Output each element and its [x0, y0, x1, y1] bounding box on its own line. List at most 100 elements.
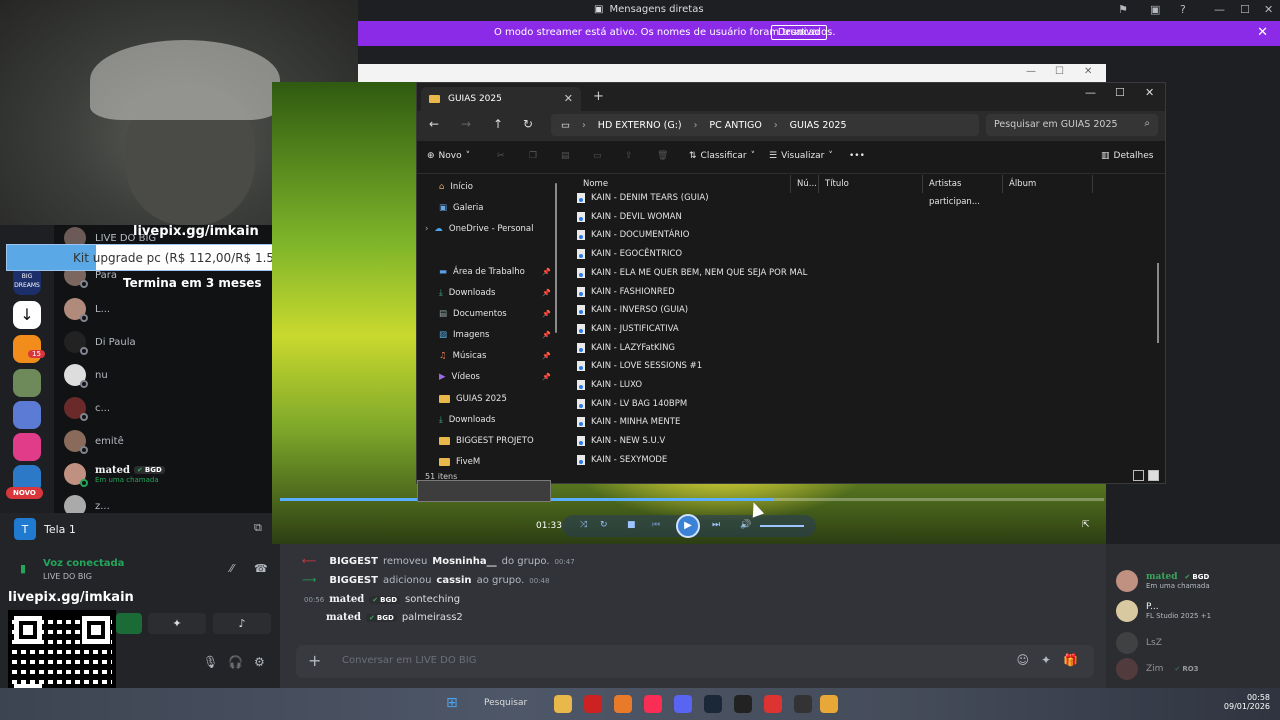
- gift-icon[interactable]: 🎁: [1063, 653, 1078, 667]
- inbox-icon[interactable]: ⚑: [1118, 3, 1128, 16]
- close-button[interactable]: ✕: [1084, 66, 1092, 77]
- nav-item-guias-2025[interactable]: GUIAS 2025: [439, 389, 551, 409]
- media-player-icon[interactable]: [820, 695, 838, 713]
- file-row[interactable]: KAIN - LAZYFatKING: [577, 339, 675, 357]
- member-item[interactable]: nu: [64, 362, 108, 388]
- discord-icon[interactable]: [674, 695, 692, 713]
- nav-item-music[interactable]: ♫ Músicas 📌: [439, 346, 551, 366]
- server-icon-pink[interactable]: [13, 433, 41, 461]
- maximize-button[interactable]: ☐: [1240, 3, 1250, 16]
- nav-item-onedrive[interactable]: › ☁ OneDrive - Personal: [425, 219, 551, 239]
- file-row[interactable]: KAIN - MINHA MENTE: [577, 413, 680, 431]
- minimize-button[interactable]: —: [1214, 3, 1225, 16]
- taskbar-search[interactable]: Pesquisar: [484, 698, 527, 708]
- sort-button[interactable]: ⇅ Classificar ˅: [689, 151, 755, 161]
- volume-slider[interactable]: [760, 525, 804, 527]
- search-input[interactable]: Pesquisar em GUIAS 2025 ⌕: [986, 114, 1158, 136]
- cut-icon[interactable]: ✂: [497, 151, 505, 161]
- microphone-icon[interactable]: 🎙: [203, 655, 218, 669]
- popout-icon[interactable]: ⧉: [254, 521, 262, 535]
- app-icon[interactable]: [794, 695, 812, 713]
- steam-icon[interactable]: [704, 695, 722, 713]
- emoji-icon[interactable]: ☺: [1016, 653, 1029, 667]
- file-row[interactable]: KAIN - DEVIL WOMAN: [577, 208, 682, 226]
- member-item[interactable]: Di Paula: [64, 329, 136, 355]
- server-big-dreams[interactable]: BIG DREAMS: [13, 267, 41, 295]
- member-item[interactable]: P... FL Studio 2025 +1: [1116, 600, 1211, 622]
- file-row[interactable]: KAIN - LV BAG 140BPM: [577, 395, 687, 413]
- file-row[interactable]: KAIN - ELA ME QUER BEM, NEM QUE SEJA POR…: [577, 264, 807, 282]
- rename-icon[interactable]: ▭: [593, 151, 602, 161]
- headphones-icon[interactable]: 🎧: [228, 655, 243, 669]
- activities-button[interactable]: ✦: [148, 613, 206, 634]
- start-icon[interactable]: ⊞: [446, 695, 464, 713]
- noise-suppression-icon[interactable]: ⁄⁄: [230, 562, 234, 575]
- soundboard-button[interactable]: ♪: [213, 613, 271, 634]
- file-explorer-icon[interactable]: [554, 695, 572, 713]
- new-tab-icon[interactable]: +: [593, 89, 604, 104]
- file-row[interactable]: KAIN - FASHIONRED: [577, 283, 675, 301]
- chat-message[interactable]: mated BGD palmeirass2: [326, 612, 463, 623]
- column-header-number[interactable]: Nú...: [791, 175, 819, 193]
- file-list-scrollbar[interactable]: [1157, 263, 1159, 343]
- play-button[interactable]: ▶: [676, 514, 700, 538]
- file-row[interactable]: KAIN - JUSTIFICATIVA: [577, 320, 679, 338]
- paste-icon[interactable]: ▤: [561, 151, 570, 161]
- file-row[interactable]: KAIN - LUXO: [577, 376, 642, 394]
- download-icon[interactable]: ↓: [13, 301, 41, 329]
- camera-button[interactable]: [116, 613, 142, 634]
- file-row[interactable]: KAIN - NEW S.U.V: [577, 432, 665, 450]
- member-item[interactable]: L...: [64, 296, 110, 322]
- server-icon-orange[interactable]: [13, 335, 41, 363]
- minimize-button[interactable]: —: [1085, 86, 1096, 99]
- file-row[interactable]: KAIN - SEXYMODE: [577, 451, 667, 469]
- breadcrumb-item[interactable]: PC ANTIGO: [709, 120, 761, 131]
- nav-item-desktop[interactable]: ▬ Área de Trabalho 📌: [439, 262, 551, 282]
- new-button[interactable]: ⊕ Novo ˅: [427, 151, 470, 161]
- nav-item-images[interactable]: ▨ Imagens 📌: [439, 325, 551, 345]
- repeat-icon[interactable]: ↻: [600, 520, 608, 530]
- voice-channel-label[interactable]: LIVE DO BIG: [43, 572, 92, 581]
- column-header-album[interactable]: Álbum: [1003, 175, 1093, 193]
- nav-item-videos[interactable]: ▶ Vídeos 📌: [439, 367, 551, 387]
- close-icon[interactable]: ✕: [1257, 25, 1268, 40]
- shuffle-icon[interactable]: ⤨: [580, 520, 587, 530]
- seek-bar[interactable]: [280, 498, 1104, 501]
- apps-icon[interactable]: ✦: [1041, 653, 1051, 667]
- forward-icon[interactable]: →: [461, 117, 471, 131]
- view-button[interactable]: ☰ Visualizar ˅: [769, 151, 833, 161]
- app-icon[interactable]: [764, 695, 782, 713]
- server-icon-blue[interactable]: [13, 401, 41, 429]
- maximize-button[interactable]: ☐: [1115, 86, 1125, 99]
- member-item[interactable]: matedBGDEm uma chamada: [1116, 570, 1213, 592]
- message-composer[interactable]: + Conversar em LIVE DO BIG ☺ ✦ 🎁: [296, 645, 1094, 678]
- file-row[interactable]: KAIN - EGOCÊNTRICO: [577, 245, 682, 263]
- fullscreen-icon[interactable]: ⇱: [1082, 520, 1090, 530]
- explorer-tab[interactable]: GUIAS 2025 ✕: [421, 87, 581, 111]
- member-item[interactable]: c...: [64, 395, 110, 421]
- taskbar-clock[interactable]: 00:58 09/01/2026: [1224, 693, 1270, 711]
- tiles-view-icon[interactable]: [1148, 470, 1159, 481]
- minimize-button[interactable]: —: [1026, 66, 1036, 77]
- server-icon-green[interactable]: [13, 369, 41, 397]
- refresh-icon[interactable]: ↻: [523, 117, 533, 131]
- nav-item-biggest-projeto[interactable]: BIGGEST PROJETO: [439, 431, 551, 451]
- settings-icon[interactable]: ⚙: [254, 655, 265, 669]
- volume-icon[interactable]: 🔊: [740, 520, 751, 530]
- breadcrumb-item[interactable]: GUIAS 2025: [790, 120, 847, 131]
- previous-icon[interactable]: ⏮: [652, 520, 660, 530]
- nav-item-downloads-2[interactable]: ⤓ Downloads: [439, 410, 551, 430]
- copy-icon[interactable]: ❐: [529, 151, 537, 161]
- message-input[interactable]: Conversar em LIVE DO BIG: [342, 655, 477, 666]
- screen-share-item[interactable]: T Tela 1: [14, 518, 76, 540]
- add-attachment-icon[interactable]: +: [308, 651, 321, 670]
- close-button[interactable]: ✕: [1145, 86, 1154, 99]
- details-view-icon[interactable]: [1133, 470, 1144, 481]
- close-button[interactable]: ✕: [1264, 3, 1273, 16]
- member-item[interactable]: emitê: [64, 428, 124, 454]
- file-row[interactable]: KAIN - LOVE SESSIONS #1: [577, 357, 702, 375]
- member-item[interactable]: LsZ: [1116, 632, 1162, 654]
- nav-item-fivem[interactable]: FiveM: [439, 452, 551, 472]
- column-header-artists[interactable]: Artistas participan...: [923, 175, 1003, 207]
- breadcrumb-item[interactable]: HD EXTERNO (G:): [598, 120, 682, 131]
